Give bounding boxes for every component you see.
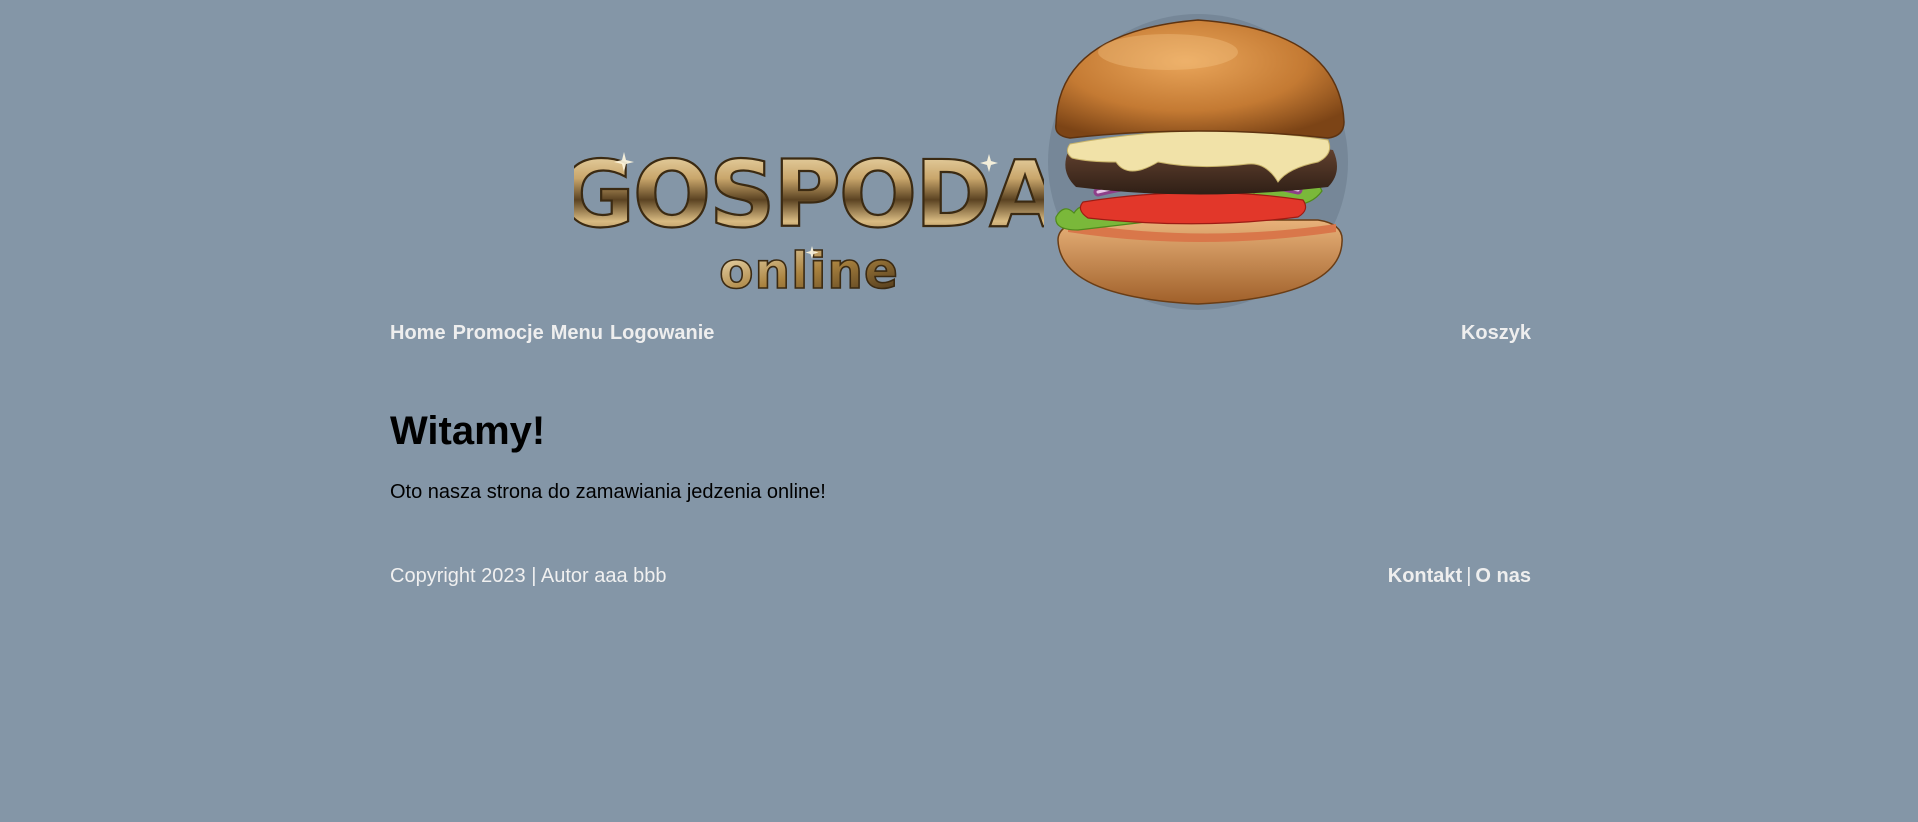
copyright-text: Copyright 2023 | Autor aaa bbb xyxy=(390,565,667,587)
nav-cart: Koszyk xyxy=(1461,322,1531,345)
main-nav: Home Promocje Menu Logowanie Koszyk xyxy=(390,322,1531,346)
footer-about-link[interactable]: O nas xyxy=(1475,565,1531,587)
nav-links: Home Promocje Menu Logowanie xyxy=(390,322,714,345)
main-content: Witamy! Oto nasza strona do zamawiania j… xyxy=(390,404,1531,504)
footer-contact-link[interactable]: Kontakt xyxy=(1388,565,1462,587)
logo-text-main: GOSPODA xyxy=(574,141,1044,248)
site-footer: Copyright 2023 | Autor aaa bbb Kontakt | O… xyxy=(390,565,1531,589)
welcome-text: Oto nasza strona do zamawiania jedzenia … xyxy=(390,481,826,503)
burger-image xyxy=(1048,14,1348,310)
site-header: GOSPODA online xyxy=(0,0,1918,315)
page-title: Witamy! xyxy=(390,409,546,453)
footer-separator: | xyxy=(1466,565,1472,587)
nav-home-link[interactable]: Home xyxy=(390,322,446,345)
nav-cart-link[interactable]: Koszyk xyxy=(1461,322,1531,344)
nav-logowanie-link[interactable]: Logowanie xyxy=(610,322,714,345)
footer-links: Kontakt | O nas xyxy=(1388,565,1531,588)
nav-promocje-link[interactable]: Promocje xyxy=(453,322,544,345)
nav-menu-link[interactable]: Menu xyxy=(551,322,603,345)
gospoda-logo[interactable]: GOSPODA online xyxy=(574,140,1044,300)
logo-text-sub: online xyxy=(719,242,899,300)
